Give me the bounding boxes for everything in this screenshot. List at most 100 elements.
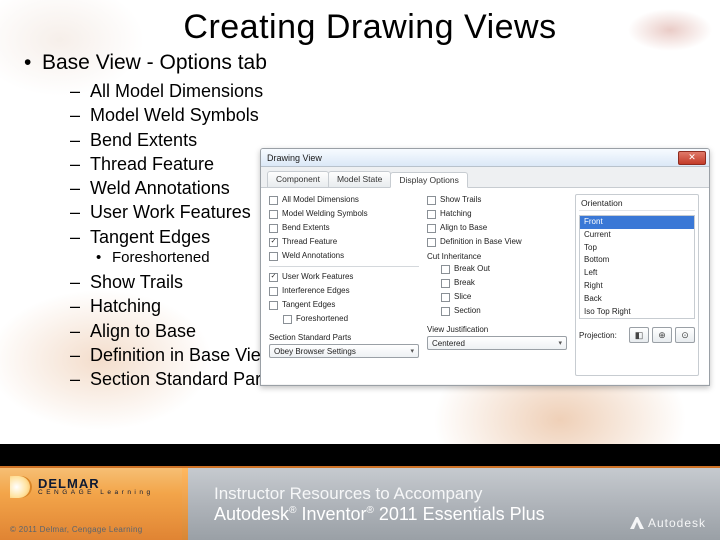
view-justification-select[interactable]: Centered ▾ <box>427 336 567 350</box>
dialog-title: Drawing View <box>267 153 322 163</box>
footer-line2-b: Inventor <box>296 504 366 524</box>
drawing-view-dialog: Drawing View ✕ Component Model State Dis… <box>260 148 710 386</box>
select-value: Centered <box>432 339 465 348</box>
brand-sub: CENGAGE Learning <box>38 489 154 496</box>
sub-b-4: Section Standard Parts <box>90 369 275 389</box>
section-standard-parts-label: Section Standard Parts <box>269 333 419 342</box>
close-icon: ✕ <box>688 153 696 162</box>
orientation-item[interactable]: Front <box>580 216 694 229</box>
chk-definition-in-base[interactable] <box>427 238 436 247</box>
tab-display-options[interactable]: Display Options <box>390 172 468 188</box>
view-justification-label: View Justification <box>427 325 567 334</box>
chk-align-to-base[interactable] <box>427 224 436 233</box>
chk-label: Show Trails <box>440 194 481 206</box>
first-angle-icon: ⊕ <box>658 330 666 341</box>
third-angle-icon: ⊙ <box>681 330 689 341</box>
orientation-item[interactable]: Top <box>580 242 694 255</box>
chk-label: Foreshortened <box>296 313 348 325</box>
sub-b-1: Hatching <box>90 296 161 316</box>
sub-b-3: Definition in Base View <box>90 345 274 365</box>
chk-foreshortened[interactable] <box>283 315 292 324</box>
sub-a-3: Thread Feature <box>90 154 214 174</box>
section-standard-parts-select[interactable]: Obey Browser Settings ▾ <box>269 344 419 358</box>
sub-b-0: Show Trails <box>90 272 183 292</box>
sub-a-4: Weld Annotations <box>90 178 230 198</box>
delmar-sun-icon <box>10 476 32 498</box>
chk-label: Hatching <box>440 208 472 220</box>
orientation-item[interactable]: Iso Top Left <box>580 318 694 319</box>
chk-tangent-edges[interactable] <box>269 301 278 310</box>
footer-line1: Instructor Resources to Accompany <box>214 484 720 504</box>
orientation-item[interactable]: Left <box>580 267 694 280</box>
chk-model-weld-symbols[interactable] <box>269 210 278 219</box>
chk-label: Interference Edges <box>282 285 350 297</box>
sub-a-6: Tangent Edges <box>90 227 210 247</box>
autodesk-mark-icon <box>630 517 644 529</box>
chk-label: Model Welding Symbols <box>282 208 368 220</box>
projection-cube-button[interactable]: ◧ <box>629 327 649 343</box>
chk-weld-annotations[interactable] <box>269 252 278 261</box>
chevron-down-icon: ▾ <box>558 339 562 347</box>
registered-icon: ® <box>366 505 373 516</box>
chk-label: Weld Annotations <box>282 250 344 262</box>
orientation-item[interactable]: Current <box>580 229 694 242</box>
orientation-item[interactable]: Iso Top Right <box>580 306 694 319</box>
footer-line2-a: Autodesk <box>214 504 289 524</box>
chk-label: All Model Dimensions <box>282 194 359 206</box>
chk-interference-edges[interactable] <box>269 287 278 296</box>
dialog-titlebar[interactable]: Drawing View ✕ <box>261 149 709 167</box>
chevron-down-icon: ▾ <box>410 347 414 355</box>
chk-label: Thread Feature <box>282 236 337 248</box>
chk-label: Definition in Base View <box>440 236 522 248</box>
delmar-logo: DELMAR CENGAGE Learning <box>0 468 182 498</box>
footer-line2-c: 2011 Essentials Plus <box>374 504 545 524</box>
tab-model-state[interactable]: Model State <box>328 171 391 187</box>
projection-third-angle-button[interactable]: ⊙ <box>675 327 695 343</box>
chk-label: Break <box>454 277 475 289</box>
orientation-item[interactable]: Bottom <box>580 254 694 267</box>
chk-label: Align to Base <box>440 222 487 234</box>
copyright-text: © 2011 Delmar, Cengage Learning <box>10 525 142 534</box>
cut-inheritance-label: Cut Inheritance <box>427 252 567 261</box>
autodesk-logo: Autodesk <box>630 516 706 530</box>
chk-all-model-dims[interactable] <box>269 196 278 205</box>
orientation-label: Orientation <box>579 198 695 211</box>
sub-a-2: Bend Extents <box>90 130 197 150</box>
chk-label: Break Out <box>454 263 490 275</box>
chk-label: Section <box>454 305 481 317</box>
chk-label: Bend Extents <box>282 222 330 234</box>
chk-label: Tangent Edges <box>282 299 335 311</box>
chk-thread-feature[interactable] <box>269 238 278 247</box>
sub-a-5: User Work Features <box>90 202 251 222</box>
slide-footer: DELMAR CENGAGE Learning © 2011 Delmar, C… <box>0 468 720 540</box>
orientation-item[interactable]: Right <box>580 280 694 293</box>
bullet1-text: Base View - Options tab <box>42 51 267 74</box>
decorative-black-bar <box>0 444 720 466</box>
chk-hatching[interactable] <box>427 210 436 219</box>
orientation-item[interactable]: Back <box>580 293 694 306</box>
tab-component[interactable]: Component <box>267 171 329 187</box>
subsub-text: Foreshortened <box>112 249 210 266</box>
dialog-tabs: Component Model State Display Options <box>261 167 709 188</box>
slide-title: Creating Drawing Views <box>40 8 700 47</box>
projection-label: Projection: <box>579 331 617 340</box>
orientation-list[interactable]: Front Current Top Bottom Left Right Back… <box>579 215 695 319</box>
sub-a-0: All Model Dimensions <box>90 81 263 101</box>
autodesk-text: Autodesk <box>648 516 706 530</box>
bullet-level1: •Base View - Options tab <box>24 51 700 75</box>
chk-slice[interactable] <box>441 293 450 302</box>
footer-divider <box>182 468 188 540</box>
sub-a-1: Model Weld Symbols <box>90 105 259 125</box>
chk-show-trails[interactable] <box>427 196 436 205</box>
close-button[interactable]: ✕ <box>678 151 706 165</box>
select-value: Obey Browser Settings <box>274 347 356 356</box>
chk-break-out[interactable] <box>441 265 450 274</box>
chk-label: Slice <box>454 291 471 303</box>
cube-icon: ◧ <box>635 330 644 341</box>
chk-user-work-features[interactable] <box>269 273 278 282</box>
chk-break[interactable] <box>441 279 450 288</box>
projection-first-angle-button[interactable]: ⊕ <box>652 327 672 343</box>
chk-bend-extents[interactable] <box>269 224 278 233</box>
chk-section[interactable] <box>441 307 450 316</box>
sub-b-2: Align to Base <box>90 321 196 341</box>
